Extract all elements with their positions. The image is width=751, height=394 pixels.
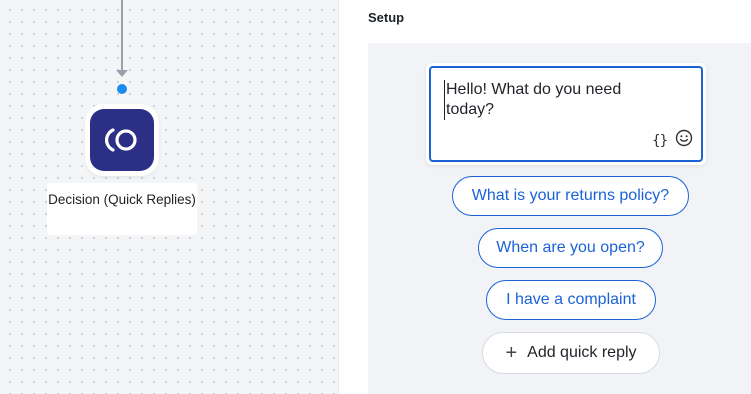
variable-braces-icon[interactable]: {} [652, 133, 668, 149]
node-label[interactable]: Decision (Quick Replies) [47, 183, 197, 235]
quick-reply-button[interactable]: When are you open? [478, 228, 663, 268]
message-card: Hello! What do you need today? {} [426, 63, 706, 165]
connector-line [121, 0, 123, 72]
setup-panel: Setup Hello! What do you need today? {} [339, 0, 751, 394]
decision-node[interactable] [85, 104, 159, 176]
quick-reply-button[interactable]: I have a complaint [486, 280, 656, 320]
flow-canvas[interactable]: Decision (Quick Replies) [0, 0, 338, 394]
message-input[interactable]: Hello! What do you need today? {} [429, 66, 703, 162]
connector-dot[interactable] [117, 84, 127, 94]
panel-title: Setup [368, 10, 405, 25]
message-text[interactable]: Hello! What do you need today? [444, 80, 644, 120]
smiley-icon[interactable] [675, 129, 693, 152]
quick-reply-button[interactable]: What is your returns policy? [452, 176, 689, 216]
message-tools: {} [652, 129, 693, 152]
plus-icon: + [505, 342, 518, 364]
decision-quick-replies-icon [90, 109, 154, 171]
add-quick-reply-label: Add quick reply [527, 344, 637, 361]
setup-area: Hello! What do you need today? {} What i… [368, 43, 751, 394]
arrow-down-icon [116, 70, 128, 77]
add-quick-reply-button[interactable]: + Add quick reply [482, 332, 660, 374]
